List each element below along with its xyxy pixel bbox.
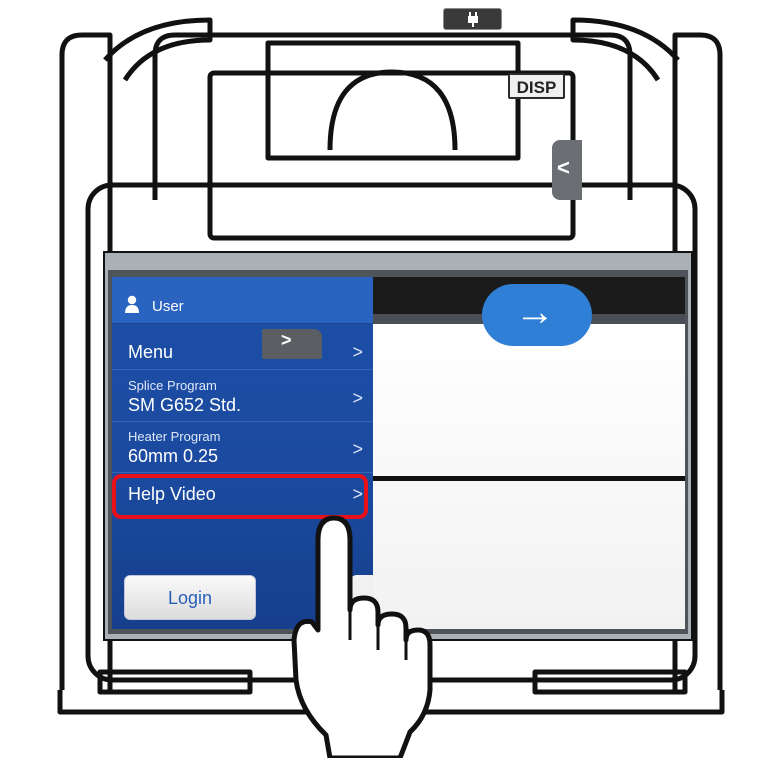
pointing-hand-icon [291, 515, 433, 758]
